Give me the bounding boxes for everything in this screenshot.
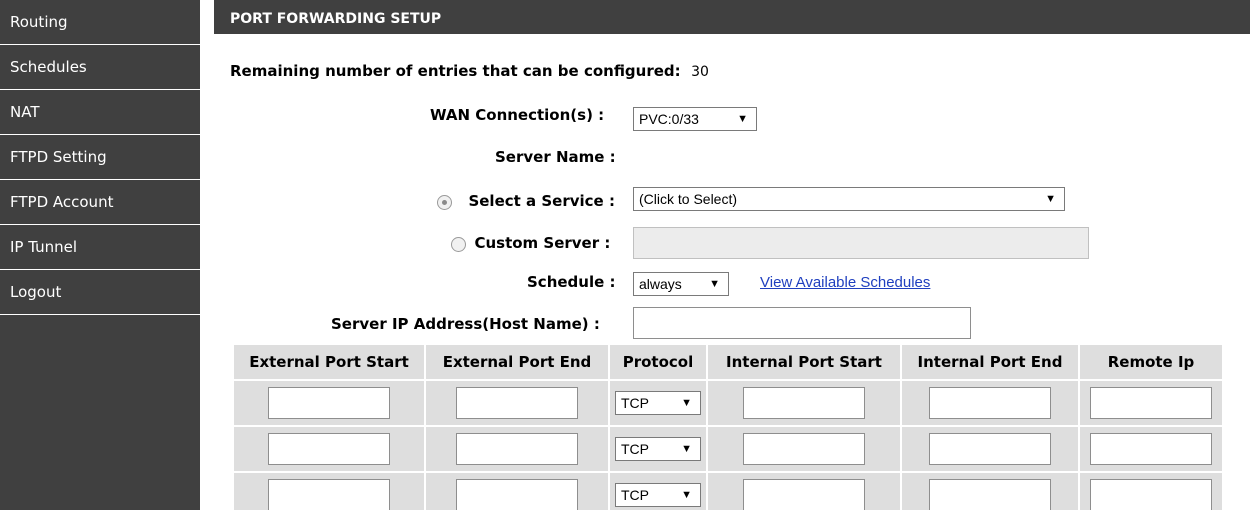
sidebar-item-ftpd-account[interactable]: FTPD Account bbox=[0, 180, 200, 225]
server-name-row: Server Name : bbox=[495, 148, 616, 166]
remaining-entries-value: 30 bbox=[691, 64, 709, 80]
custom-server-row: Custom Server : bbox=[451, 234, 610, 252]
col-header-external-port-end: External Port End bbox=[426, 345, 608, 379]
col-header-external-port-start: External Port Start bbox=[234, 345, 424, 379]
external-port-start-input[interactable] bbox=[268, 387, 390, 419]
select-service-label: Select a Service : bbox=[468, 192, 615, 210]
col-header-internal-port-start: Internal Port Start bbox=[708, 345, 900, 379]
table-row: TCP ▼ bbox=[234, 427, 1222, 471]
chevron-down-icon: ▼ bbox=[709, 278, 720, 290]
chevron-down-icon: ▼ bbox=[681, 397, 692, 409]
server-ip-input[interactable] bbox=[633, 307, 971, 339]
external-port-start-input[interactable] bbox=[268, 479, 390, 510]
custom-server-label: Custom Server : bbox=[474, 234, 611, 252]
select-service-dropdown[interactable]: (Click to Select) ▼ bbox=[633, 187, 1065, 211]
schedule-label: Schedule : bbox=[527, 273, 616, 291]
chevron-down-icon: ▼ bbox=[737, 113, 748, 125]
sidebar-item-ftpd-setting[interactable]: FTPD Setting bbox=[0, 135, 200, 180]
divider bbox=[200, 0, 208, 510]
col-header-remote-ip: Remote Ip bbox=[1080, 345, 1222, 379]
protocol-select[interactable]: TCP ▼ bbox=[615, 391, 701, 415]
external-port-end-input[interactable] bbox=[456, 479, 578, 510]
protocol-value: TCP bbox=[621, 395, 649, 411]
external-port-end-input[interactable] bbox=[456, 387, 578, 419]
schedule-select[interactable]: always ▼ bbox=[633, 272, 729, 296]
remaining-entries-label: Remaining number of entries that can be … bbox=[230, 62, 681, 80]
remaining-entries-row: Remaining number of entries that can be … bbox=[230, 62, 709, 80]
internal-port-end-input[interactable] bbox=[929, 433, 1051, 465]
wan-connection-row: WAN Connection(s) : bbox=[430, 106, 604, 124]
schedule-value: always bbox=[639, 276, 682, 292]
server-name-label: Server Name : bbox=[495, 148, 616, 166]
chevron-down-icon: ▼ bbox=[681, 489, 692, 501]
protocol-select[interactable]: TCP ▼ bbox=[615, 483, 701, 507]
main-panel: PORT FORWARDING SETUP Remaining number o… bbox=[214, 0, 1250, 510]
sidebar-item-logout[interactable]: Logout bbox=[0, 270, 200, 315]
section-title: PORT FORWARDING SETUP bbox=[230, 11, 442, 27]
custom-server-input[interactable] bbox=[633, 227, 1089, 259]
sidebar-item-schedules[interactable]: Schedules bbox=[0, 45, 200, 90]
section-header: PORT FORWARDING SETUP bbox=[214, 0, 1250, 34]
remote-ip-input[interactable] bbox=[1090, 387, 1212, 419]
table-row: TCP ▼ bbox=[234, 381, 1222, 425]
server-ip-row: Server IP Address(Host Name) : bbox=[331, 315, 600, 333]
external-port-start-input[interactable] bbox=[268, 433, 390, 465]
port-forwarding-table: External Port Start External Port End Pr… bbox=[232, 343, 1224, 510]
wan-connection-label: WAN Connection(s) : bbox=[430, 106, 605, 124]
table-header-row: External Port Start External Port End Pr… bbox=[234, 345, 1222, 379]
internal-port-start-input[interactable] bbox=[743, 479, 865, 510]
remote-ip-input[interactable] bbox=[1090, 433, 1212, 465]
external-port-end-input[interactable] bbox=[456, 433, 578, 465]
table-row: TCP ▼ bbox=[234, 473, 1222, 510]
select-service-radio[interactable] bbox=[437, 194, 452, 210]
wan-connection-value: PVC:0/33 bbox=[639, 111, 699, 127]
sidebar-nav: Routing Schedules NAT FTPD Setting FTPD … bbox=[0, 0, 200, 510]
protocol-value: TCP bbox=[621, 487, 649, 503]
server-ip-label: Server IP Address(Host Name) : bbox=[331, 315, 600, 333]
schedule-row: Schedule : bbox=[527, 273, 616, 291]
col-header-protocol: Protocol bbox=[610, 345, 706, 379]
custom-server-radio[interactable] bbox=[451, 236, 466, 252]
chevron-down-icon: ▼ bbox=[1045, 193, 1056, 205]
select-service-row: Select a Service : bbox=[437, 192, 615, 210]
protocol-value: TCP bbox=[621, 441, 649, 457]
col-header-internal-port-end: Internal Port End bbox=[902, 345, 1078, 379]
remote-ip-input[interactable] bbox=[1090, 479, 1212, 510]
internal-port-end-input[interactable] bbox=[929, 479, 1051, 510]
wan-connection-select[interactable]: PVC:0/33 ▼ bbox=[633, 107, 757, 131]
internal-port-start-input[interactable] bbox=[743, 387, 865, 419]
sidebar-item-nat[interactable]: NAT bbox=[0, 90, 200, 135]
internal-port-start-input[interactable] bbox=[743, 433, 865, 465]
view-schedules-link[interactable]: View Available Schedules bbox=[760, 274, 930, 291]
sidebar-item-ip-tunnel[interactable]: IP Tunnel bbox=[0, 225, 200, 270]
sidebar-item-routing[interactable]: Routing bbox=[0, 0, 200, 45]
protocol-select[interactable]: TCP ▼ bbox=[615, 437, 701, 461]
select-service-value: (Click to Select) bbox=[639, 191, 738, 207]
internal-port-end-input[interactable] bbox=[929, 387, 1051, 419]
chevron-down-icon: ▼ bbox=[681, 443, 692, 455]
